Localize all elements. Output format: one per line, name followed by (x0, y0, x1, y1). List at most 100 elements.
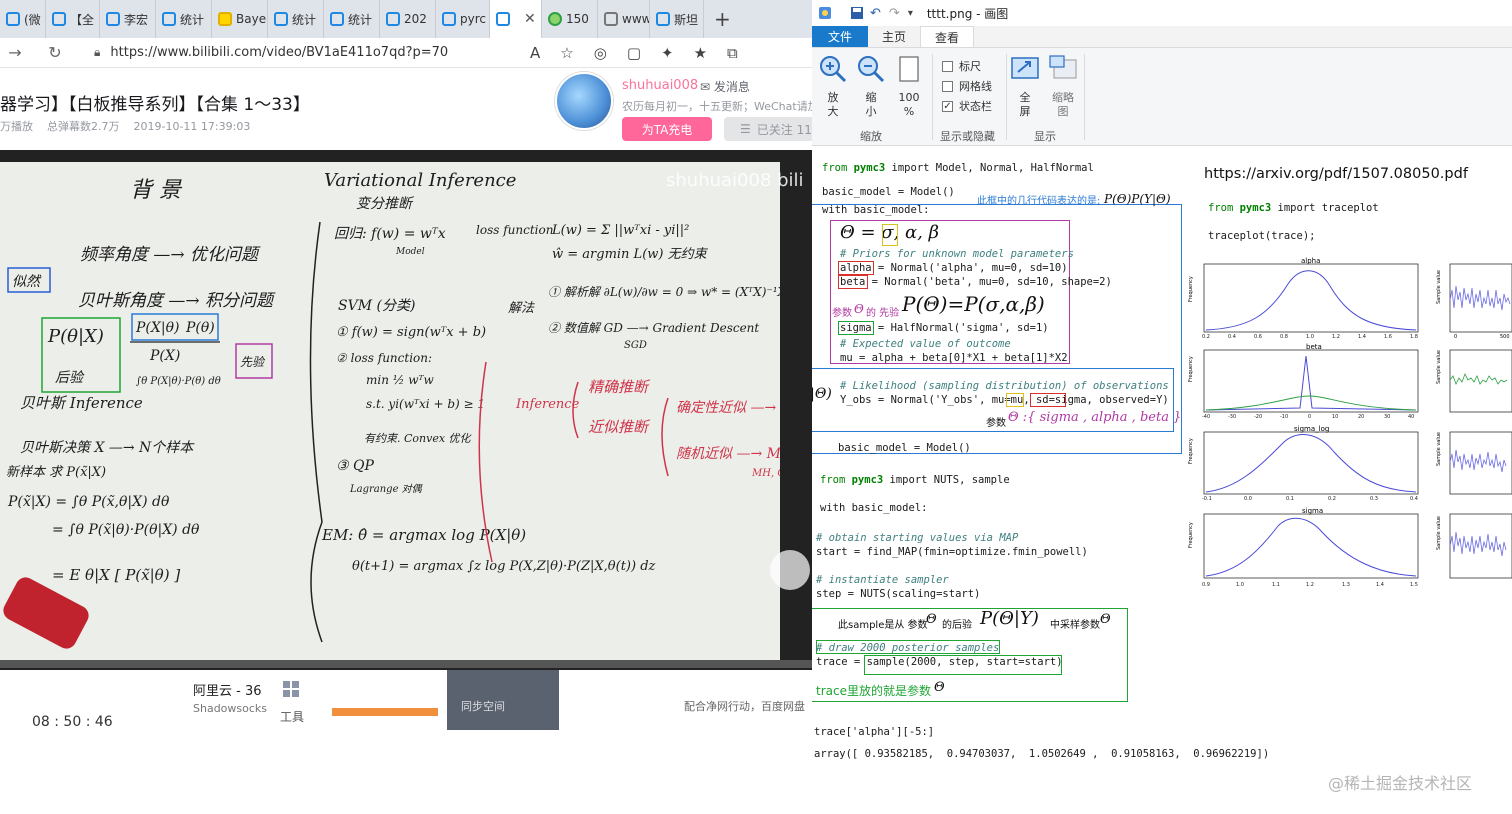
ruler-checkbox[interactable]: 标尺 (942, 58, 981, 74)
wb-svm: SVM (分类) (338, 298, 415, 314)
play-icon[interactable] (770, 550, 810, 590)
tab-13[interactable]: 斯坦 (650, 0, 704, 38)
menu-home[interactable]: 主页 (868, 26, 920, 47)
traceplot-figure: alpha Frequency 0.2 0.4 0.6 0.8 1.0 1.2 1.4 1.6… (1188, 257, 1512, 588)
follow-button[interactable]: ☰ 已关注 11 (724, 117, 812, 141)
undo-icon[interactable]: ↶ (870, 6, 881, 21)
lock-icon[interactable]: 🔒︎ (94, 45, 100, 60)
code-model: basic_model = Model() (822, 186, 955, 198)
prior-note-a: 参数 (832, 308, 852, 319)
extension-icon[interactable]: ◎ (594, 44, 607, 62)
tab-11[interactable]: 150 (542, 0, 598, 38)
tools-label[interactable]: 工具 (280, 708, 304, 725)
wb-model-tag: Model (395, 247, 425, 257)
tab-1[interactable]: (微 (0, 0, 46, 38)
sidebar-icon[interactable]: ▢ (627, 44, 641, 62)
wb-ratio-num: P(X|θ) (135, 320, 179, 336)
video-progress-bar[interactable] (0, 660, 812, 668)
video-header: 器学习】【白板推导系列】【合集 1～33】 万播放 总弹幕数2.7万 2019-10… (0, 68, 812, 150)
zoom-in-button[interactable]: 放 大 (818, 54, 848, 119)
ruler-box (942, 60, 953, 72)
tab-4[interactable]: 统计 (156, 0, 212, 38)
tab-active[interactable]: ✕ (490, 0, 542, 38)
statusbar-checkbox[interactable]: ✓ 状态栏 (942, 98, 992, 114)
uploader-name[interactable]: shuhuai008 (622, 78, 698, 93)
plot-alpha-xticks: 0.2 0.4 0.6 0.8 1.0 1.2 1.4 1.6 1.8 (1202, 334, 1418, 340)
sync-space-button[interactable]: 同步空间 (447, 670, 559, 730)
wb-loss-fn: loss function (476, 223, 553, 237)
trace-note: trace里放的就是参数 (816, 684, 931, 698)
aliyun-item[interactable]: 阿里云 - 36 (193, 680, 262, 699)
new-tab-button[interactable]: + (704, 7, 741, 31)
wb-pred1: P(x̃|X) = ∫θ P(x̃,θ|X) dθ (7, 494, 170, 510)
charge-button[interactable]: 为TA充电 (622, 117, 712, 141)
collections-icon[interactable]: ⧉ (727, 44, 738, 62)
whiteboard-frame: 背 景 频率角度 —→ 优化问题 贝叶斯角度 —→ 积分问题 似然 P(θ|X)… (0, 162, 780, 660)
tab-7[interactable]: 统计 (324, 0, 380, 38)
wechat-icon (548, 12, 562, 26)
fullscreen-button[interactable]: 全 屏 (1010, 54, 1040, 119)
url-field[interactable]: https://www.bilibili.com/video/BV1aE411o… (110, 45, 448, 60)
favorites-icon[interactable]: ★ (694, 44, 707, 62)
code-import-3: from pymc3 import traceplot (1208, 202, 1379, 214)
menu-view[interactable]: 查看 (920, 26, 975, 47)
trace-beta-ylabel: Sample value (1436, 350, 1442, 384)
puzzle-icon[interactable]: ✦ (661, 44, 674, 62)
bilibili-icon (274, 12, 288, 26)
wb-bayes-decision: 贝叶斯决策 X —→ N个样本 (20, 440, 195, 456)
sample-note-b: 的后验 (942, 620, 972, 631)
svg-text:30: 30 (1384, 414, 1390, 420)
wb-pred3: = E θ|X [ P(x̃|θ) ] (52, 566, 180, 584)
svg-text:-20: -20 (1254, 414, 1262, 420)
shadowsocks-item[interactable]: Shadowsocks (193, 702, 267, 715)
tools-grid-icon[interactable] (282, 680, 300, 698)
sample-note-a: 此sample是从 参数 (838, 620, 928, 631)
svg-text:10: 10 (1332, 414, 1338, 420)
tab-2[interactable]: 【全 (46, 0, 100, 38)
fullscreen-icon (1011, 57, 1039, 79)
tab-12[interactable]: www (598, 0, 650, 38)
plot-beta-ylabel: Frequency (1188, 356, 1194, 382)
forward-icon[interactable]: → (0, 43, 30, 62)
tab-8[interactable]: 202 (380, 0, 436, 38)
sample-note-c: 中采样参数 (1050, 620, 1100, 631)
svg-text:20: 20 (1358, 414, 1364, 420)
mu-highlight (1006, 393, 1024, 407)
comment-draw: # draw 2000 posterior samples (816, 642, 1000, 654)
paint-canvas[interactable]: from pymc3 import Model, Normal, HalfNor… (812, 146, 1512, 814)
refresh-icon[interactable]: ↻ (40, 43, 70, 62)
zoom-100-button[interactable]: 100 % (894, 54, 924, 119)
gridlines-checkbox[interactable]: 网格线 (942, 78, 992, 94)
plot-sigmalog-xticks: -0.1 0.0 0.1 0.2 0.3 0.4 (1202, 496, 1418, 502)
plot-alpha-frame (1203, 263, 1419, 333)
quick-access-dropdown-icon[interactable]: ▾ (908, 8, 913, 19)
uploader-avatar[interactable] (555, 72, 613, 130)
zoom-out-button[interactable]: 缩 小 (856, 54, 886, 119)
close-tab-icon[interactable]: ✕ (524, 11, 536, 27)
plot-alpha-ylabel: Frequency (1188, 276, 1194, 302)
svg-text:0.4: 0.4 (1410, 496, 1418, 502)
code-array-output: array([ 0.93582185, 0.94703037, 1.050264… (814, 748, 1270, 760)
code-trace-alpha: trace['alpha'][-5:] (814, 726, 935, 738)
thumbnail-button[interactable]: 缩略 图 (1048, 54, 1078, 119)
video-title: 器学习】【白板推导系列】【合集 1～33】 (0, 95, 310, 115)
menu-file[interactable]: 文件 (812, 26, 869, 47)
bilibili-icon (442, 12, 456, 26)
tab-5[interactable]: Baye (212, 0, 268, 38)
zoom-out-icon (858, 56, 885, 83)
tab-3[interactable]: 李宏 (100, 0, 156, 38)
send-message-link[interactable]: ✉ 发消息 (700, 78, 750, 95)
favorite-add-icon[interactable]: ☆ (560, 44, 573, 62)
tab-6[interactable]: 统计 (268, 0, 324, 38)
arxiv-link[interactable]: https://arxiv.org/pdf/1507.08050.pdf (1204, 166, 1468, 182)
svg-text:0.1: 0.1 (1286, 496, 1294, 502)
save-icon[interactable] (850, 6, 864, 20)
read-aloud-icon[interactable]: A (530, 44, 540, 62)
tab-9[interactable]: pyrc (436, 0, 490, 38)
comment-priors: # Priors for unknown model parameters (840, 248, 1074, 260)
trace-theta: Θ (934, 680, 945, 695)
video-player[interactable]: 背 景 频率角度 —→ 优化问题 贝叶斯角度 —→ 积分问题 似然 P(θ|X)… (0, 150, 812, 670)
wb-solve1: ① 解析解 ∂L(w)/∂w = 0 ⇒ w* = (XᵀX)⁻¹XᵀY (548, 285, 780, 299)
redo-icon[interactable]: ↷ (889, 6, 900, 21)
wb-likelihood-tag: 似然 (12, 274, 42, 290)
